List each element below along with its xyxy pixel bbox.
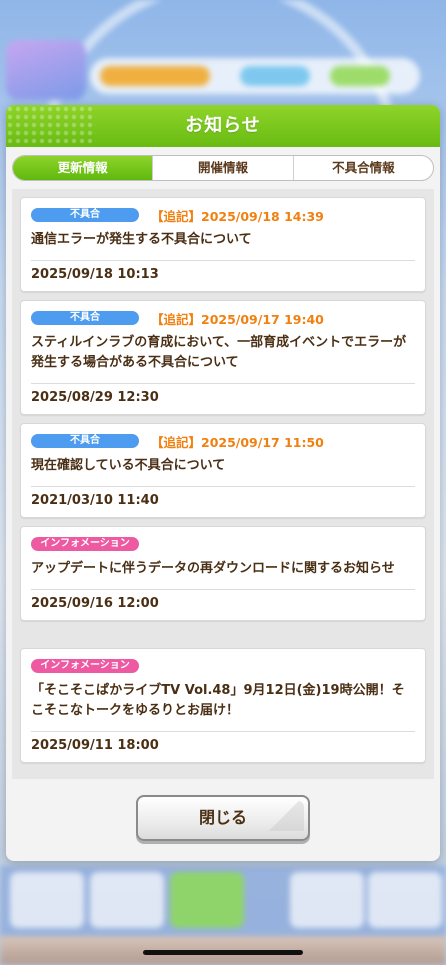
notice-date: 2025/09/18 10:13 [31,267,159,282]
notice-item[interactable]: インフォメーション アップデートに伴うデータの再ダウンロードに関するお知らせ 2… [20,526,426,621]
notice-item[interactable]: 不具合 【追記】2025/09/18 14:39 通信エラーが発生する不具合につ… [20,197,426,292]
notice-list[interactable]: 不具合 【追記】2025/09/18 14:39 通信エラーが発生する不具合につ… [12,189,434,779]
background-bottom-menu [0,866,446,936]
notice-title: 通信エラーが発生する不具合について [31,232,252,247]
notice-item[interactable]: 不具合 【追記】2025/09/17 19:40 スティルインラブの育成において… [20,300,426,415]
notice-title: 現在確認している不具合について [31,458,226,473]
category-badge: インフォメーション [31,659,139,673]
notice-date: 2025/09/16 12:00 [31,596,159,611]
category-badge: 不具合 [31,311,139,325]
tab-updates[interactable]: 更新情報 [13,156,153,180]
background-status-bar [90,58,420,94]
notice-item[interactable]: インフォメーション 「そこそこぱかライブTV Vol.48」9月12日(金)19… [20,648,426,763]
notice-date: 2021/03/10 11:40 [31,493,159,508]
notice-item[interactable]: 不具合 【追記】2025/09/17 11:50 現在確認している不具合について… [20,423,426,518]
notice-dialog: お知らせ 更新情報 開催情報 不具合情報 不具合 【追記】2025/09/18 … [6,105,440,861]
update-note: 【追記】2025/09/18 14:39 [151,209,324,224]
notice-title: 「そこそこぱかライブTV Vol.48」9月12日(金)19時公開！そこそこなト… [31,683,405,718]
background-avatar [6,40,86,100]
notice-date: 2025/09/11 18:00 [31,738,159,753]
update-note: 【追記】2025/09/17 11:50 [151,435,324,450]
tab-bugs[interactable]: 不具合情報 [292,156,433,180]
notice-title: アップデートに伴うデータの再ダウンロードに関するお知らせ [31,561,395,576]
update-note: 【追記】2025/09/17 19:40 [151,312,324,327]
category-badge: インフォメーション [31,537,139,551]
category-badge: 不具合 [31,434,139,448]
close-button[interactable]: 閉じる [136,795,310,841]
dialog-title: お知らせ [185,115,261,136]
tab-events[interactable]: 開催情報 [152,156,292,180]
notice-date: 2025/08/29 12:30 [31,390,159,405]
home-indicator[interactable] [143,950,303,955]
notice-title: スティルインラブの育成において、一部育成イベントでエラーが発生する場合がある不具… [31,335,407,370]
category-badge: 不具合 [31,208,139,222]
notice-tabs: 更新情報 開催情報 不具合情報 [12,155,434,181]
dialog-header: お知らせ [6,105,440,147]
